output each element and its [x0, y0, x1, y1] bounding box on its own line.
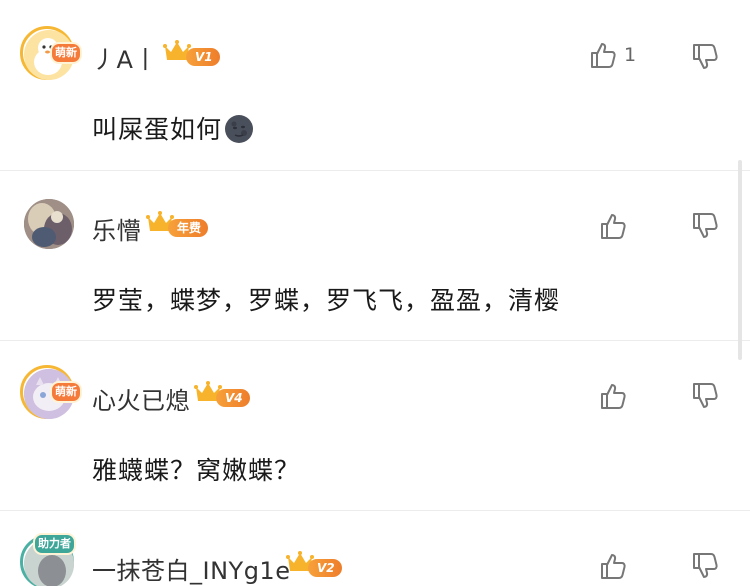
vip-badge: V4 [216, 389, 250, 407]
new-moon-face-emoji [225, 115, 254, 143]
thumbs-down-icon[interactable] [690, 211, 720, 241]
comment-item: 助力者 一抹苍白_INYg1e V2 [0, 511, 750, 586]
thumbs-up-icon[interactable] [588, 40, 618, 70]
thumbs-down-icon[interactable] [690, 551, 720, 581]
username[interactable]: 丿A丨 [92, 40, 158, 75]
avatar-frame-tag: 萌新 [50, 381, 82, 403]
avatar-frame-tag: 助力者 [33, 533, 76, 555]
comment-item: 萌新 丿A丨 V1 1 叫屎蛋如何 [0, 0, 750, 170]
username[interactable]: 乐懵 [92, 211, 141, 246]
avatar[interactable] [18, 191, 80, 253]
vip-badge: 年费 [168, 219, 209, 237]
thumbs-up-icon[interactable] [598, 551, 628, 581]
comment-item: 萌新 心火已熄 V4 雅蠛蝶？窝嫩蝶？ [0, 341, 750, 510]
comment-list: 萌新 丿A丨 V1 1 叫屎蛋如何 乐懵 年费 罗莹，蝶梦，罗蝶，罗飞飞，盈盈，… [0, 0, 750, 586]
avatar-frame-tag: 萌新 [50, 42, 82, 64]
avatar[interactable]: 萌新 [18, 22, 82, 84]
vip-badge: V1 [186, 48, 220, 66]
scrollbar[interactable] [738, 160, 742, 360]
avatar-image [24, 199, 74, 249]
comment-text-content: 叫屎蛋如何 [92, 115, 223, 144]
comment-item: 乐懵 年费 罗莹，蝶梦，罗蝶，罗飞飞，盈盈，清樱 [0, 171, 750, 340]
comment-text: 罗莹，蝶梦，罗蝶，罗飞飞，盈盈，清樱 [92, 286, 561, 315]
vip-badge: V2 [308, 559, 342, 577]
username[interactable]: 一抹苍白_INYg1e [92, 551, 290, 586]
thumbs-up-icon[interactable] [598, 211, 628, 241]
thumbs-down-icon[interactable] [690, 42, 720, 72]
thumbs-down-icon[interactable] [690, 381, 720, 411]
like-count: 1 [624, 44, 637, 66]
avatar[interactable]: 助力者 [18, 531, 80, 586]
username[interactable]: 心火已熄 [92, 381, 190, 416]
avatar[interactable]: 萌新 [18, 361, 82, 423]
thumbs-up-icon[interactable] [598, 381, 628, 411]
comment-text: 叫屎蛋如何 [92, 110, 254, 146]
comment-text: 雅蠛蝶？窝嫩蝶？ [92, 456, 301, 485]
